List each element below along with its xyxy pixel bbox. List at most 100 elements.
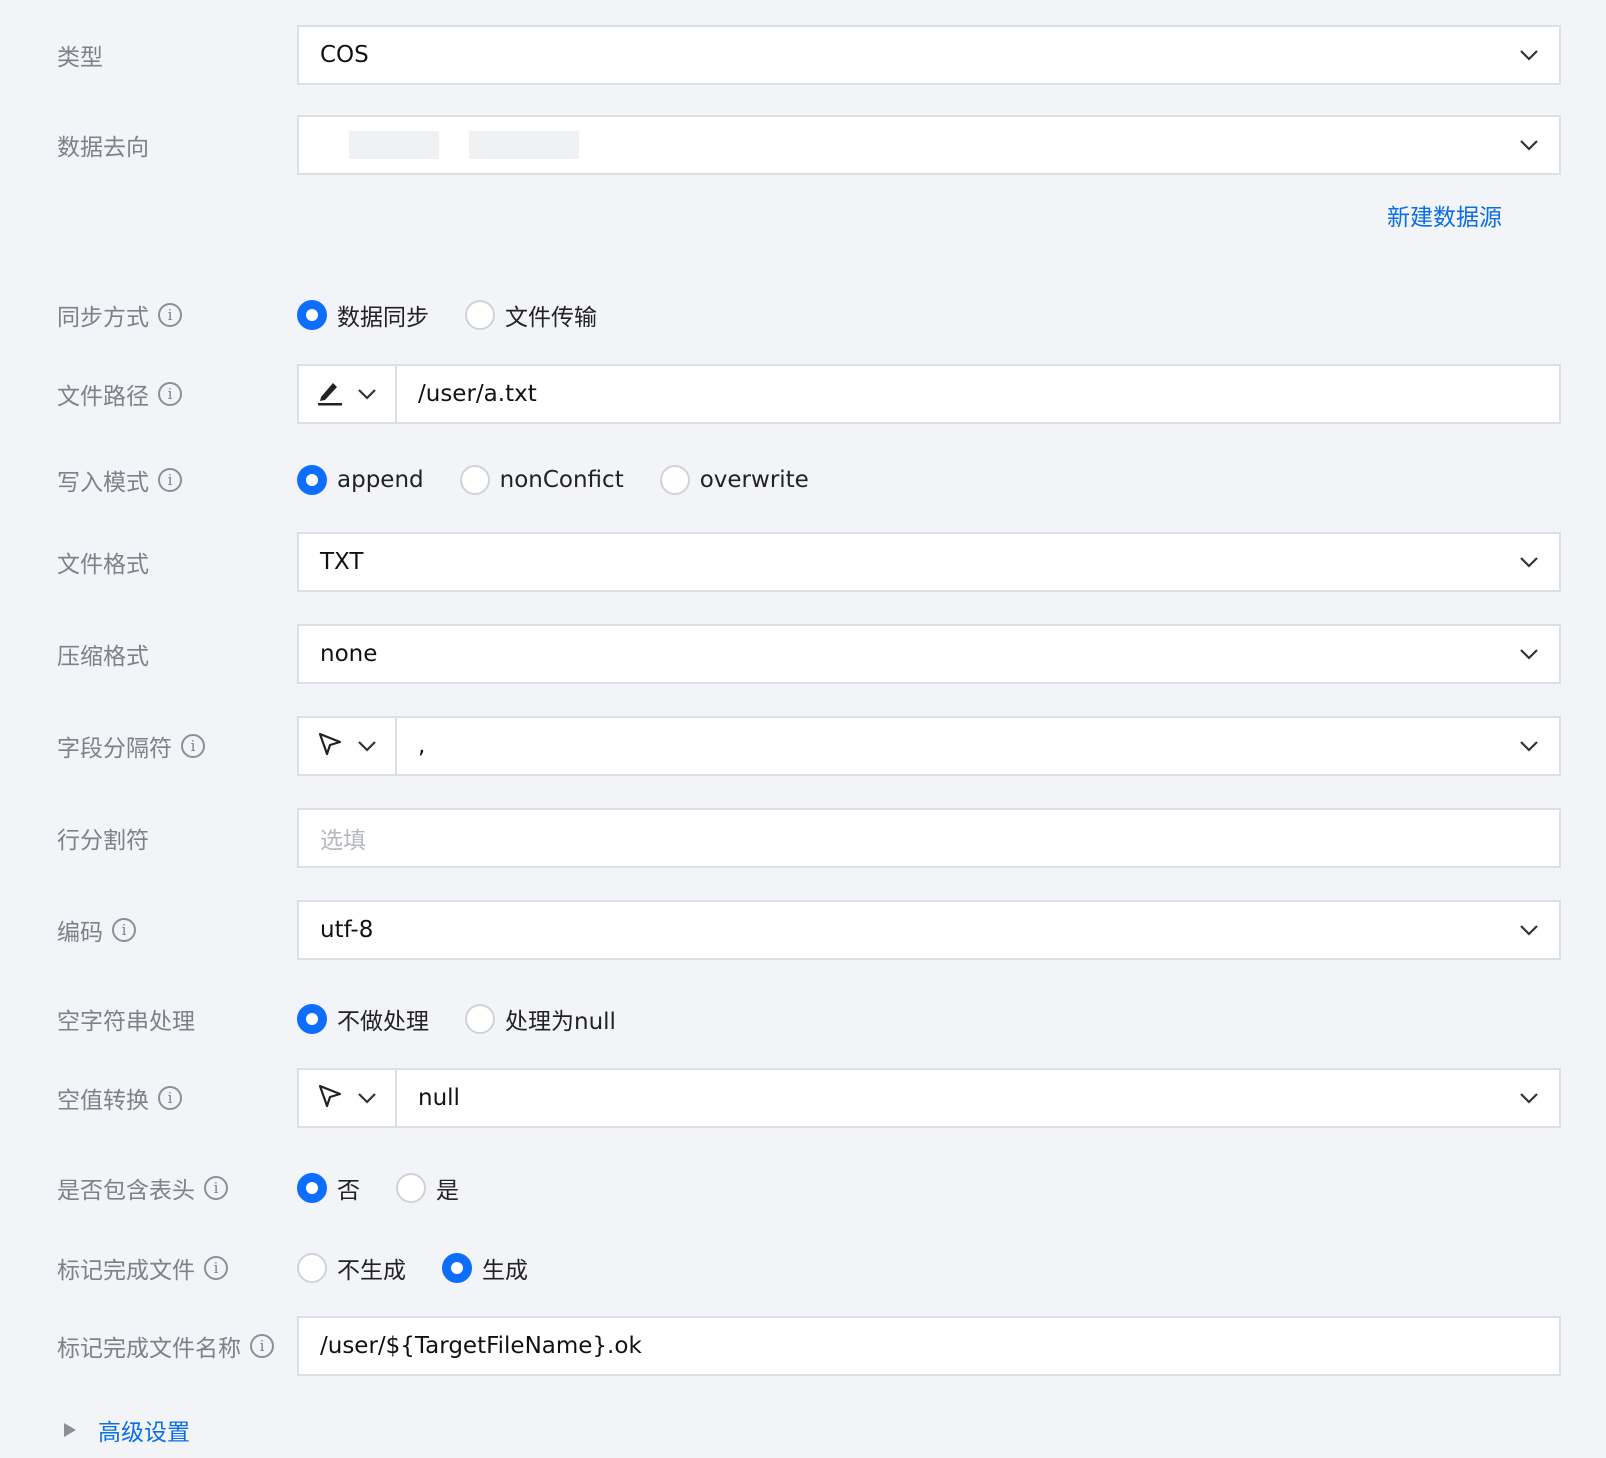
radio-sync-data[interactable]: 数据同步 — [297, 298, 429, 332]
cursor-pointer-icon — [317, 1083, 343, 1113]
redacted-text — [349, 131, 439, 159]
file-path-input[interactable]: /user/a.txt — [397, 381, 1559, 407]
radio-circle — [297, 1253, 327, 1283]
chevron-down-icon[interactable] — [1499, 718, 1559, 774]
field-delimiter-row: 字段分隔符 i , — [0, 716, 1606, 776]
edit-pen-icon — [317, 378, 343, 410]
encoding-select[interactable]: utf-8 — [297, 900, 1561, 960]
mark-done-file-row: 标记完成文件 i 不生成 生成 — [0, 1238, 1606, 1298]
type-select[interactable]: COS — [297, 25, 1561, 85]
redacted-text — [469, 131, 579, 159]
file-path-label: 文件路径 i — [57, 377, 182, 411]
type-row: 类型 COS — [0, 25, 1606, 85]
new-datasource-link[interactable]: 新建数据源 — [1387, 198, 1502, 232]
field-delimiter-mode-dropdown[interactable] — [299, 718, 397, 774]
file-format-label: 文件格式 — [57, 552, 149, 578]
mark-done-filename-row: 标记完成文件名称 i /user/${TargetFileName}.ok — [0, 1316, 1606, 1376]
info-icon[interactable]: i — [250, 1334, 274, 1358]
chevron-down-icon — [1499, 117, 1559, 173]
radio-circle — [297, 465, 327, 495]
null-conversion-mode-dropdown[interactable] — [299, 1070, 397, 1126]
radio-nonconfict[interactable]: nonConfict — [459, 465, 624, 495]
caret-right-icon — [64, 1423, 76, 1437]
type-label: 类型 — [57, 45, 103, 71]
row-delimiter-label: 行分割符 — [57, 828, 149, 854]
radio-header-yes[interactable]: 是 — [396, 1171, 459, 1205]
file-format-row: 文件格式 TXT — [0, 532, 1606, 592]
cursor-pointer-icon — [317, 731, 343, 761]
info-icon[interactable]: i — [158, 382, 182, 406]
chevron-down-icon — [357, 1070, 377, 1126]
row-delimiter-placeholder: 选填 — [320, 828, 366, 854]
type-value: COS — [320, 42, 369, 68]
include-header-label: 是否包含表头 i — [57, 1171, 228, 1205]
radio-circle — [297, 1173, 327, 1203]
null-conversion-value[interactable]: null — [397, 1085, 1499, 1111]
info-icon[interactable]: i — [158, 468, 182, 492]
compression-row: 压缩格式 none — [0, 624, 1606, 684]
radio-overwrite[interactable]: overwrite — [659, 465, 809, 495]
field-delimiter-field: , — [297, 716, 1561, 776]
radio-generate[interactable]: 生成 — [442, 1251, 528, 1285]
field-delimiter-label: 字段分隔符 i — [57, 729, 205, 763]
mark-done-filename-value: /user/${TargetFileName}.ok — [320, 1333, 642, 1359]
info-icon[interactable]: i — [158, 303, 182, 327]
encoding-label: 编码 i — [57, 913, 136, 947]
info-icon[interactable]: i — [204, 1256, 228, 1280]
info-icon[interactable]: i — [204, 1176, 228, 1200]
chevron-down-icon — [1499, 27, 1559, 83]
info-icon[interactable]: i — [112, 918, 136, 942]
file-path-field: /user/a.txt — [297, 364, 1561, 424]
write-mode-row: 写入模式 i append nonConfict overwrite — [0, 450, 1606, 510]
chevron-down-icon[interactable] — [1499, 1070, 1559, 1126]
info-icon[interactable]: i — [181, 734, 205, 758]
radio-circle — [297, 1004, 327, 1034]
encoding-value: utf-8 — [320, 917, 374, 943]
field-delimiter-value[interactable]: , — [397, 733, 1499, 759]
compression-select[interactable]: none — [297, 624, 1561, 684]
info-icon[interactable]: i — [158, 1086, 182, 1110]
compression-label: 压缩格式 — [57, 644, 149, 670]
encoding-row: 编码 i utf-8 — [0, 900, 1606, 960]
file-path-mode-dropdown[interactable] — [299, 366, 397, 422]
mark-done-filename-input[interactable]: /user/${TargetFileName}.ok — [297, 1316, 1561, 1376]
sync-mode-label: 同步方式 i — [57, 298, 182, 332]
compression-value: none — [320, 641, 378, 667]
empty-string-row: 空字符串处理 不做处理 处理为null — [0, 989, 1606, 1049]
radio-circle — [465, 300, 495, 330]
chevron-down-icon — [1499, 902, 1559, 958]
chevron-down-icon — [1499, 626, 1559, 682]
row-delimiter-input[interactable]: 选填 — [297, 808, 1561, 868]
write-mode-label: 写入模式 i — [57, 463, 182, 497]
radio-no-process[interactable]: 不做处理 — [297, 1002, 429, 1036]
file-format-select[interactable]: TXT — [297, 532, 1561, 592]
destination-row: 数据去向 — [0, 115, 1606, 175]
null-conversion-row: 空值转换 i null — [0, 1068, 1606, 1128]
radio-circle — [465, 1004, 495, 1034]
empty-string-label: 空字符串处理 — [57, 1009, 195, 1035]
radio-file-transfer[interactable]: 文件传输 — [465, 298, 597, 332]
file-format-value: TXT — [320, 549, 364, 575]
chevron-down-icon — [357, 718, 377, 774]
row-delimiter-row: 行分割符 选填 — [0, 808, 1606, 868]
radio-append[interactable]: append — [297, 465, 424, 495]
advanced-settings-toggle[interactable]: 高级设置 — [64, 1413, 190, 1447]
chevron-down-icon — [357, 366, 377, 422]
sync-mode-row: 同步方式 i 数据同步 文件传输 — [0, 285, 1606, 345]
chevron-down-icon — [1499, 534, 1559, 590]
advanced-settings-label: 高级设置 — [98, 1420, 190, 1446]
radio-circle — [442, 1253, 472, 1283]
radio-circle — [396, 1173, 426, 1203]
mark-done-filename-label: 标记完成文件名称 i — [57, 1329, 274, 1363]
radio-process-null[interactable]: 处理为null — [465, 1002, 616, 1036]
file-path-row: 文件路径 i /user/a.txt — [0, 364, 1606, 424]
radio-circle — [297, 300, 327, 330]
radio-circle — [459, 465, 490, 495]
destination-select[interactable] — [297, 115, 1561, 175]
null-conversion-field: null — [297, 1068, 1561, 1128]
include-header-row: 是否包含表头 i 否 是 — [0, 1158, 1606, 1218]
null-conversion-label: 空值转换 i — [57, 1081, 182, 1115]
radio-not-generate[interactable]: 不生成 — [297, 1251, 406, 1285]
destination-label: 数据去向 — [57, 135, 149, 161]
radio-header-no[interactable]: 否 — [297, 1171, 360, 1205]
